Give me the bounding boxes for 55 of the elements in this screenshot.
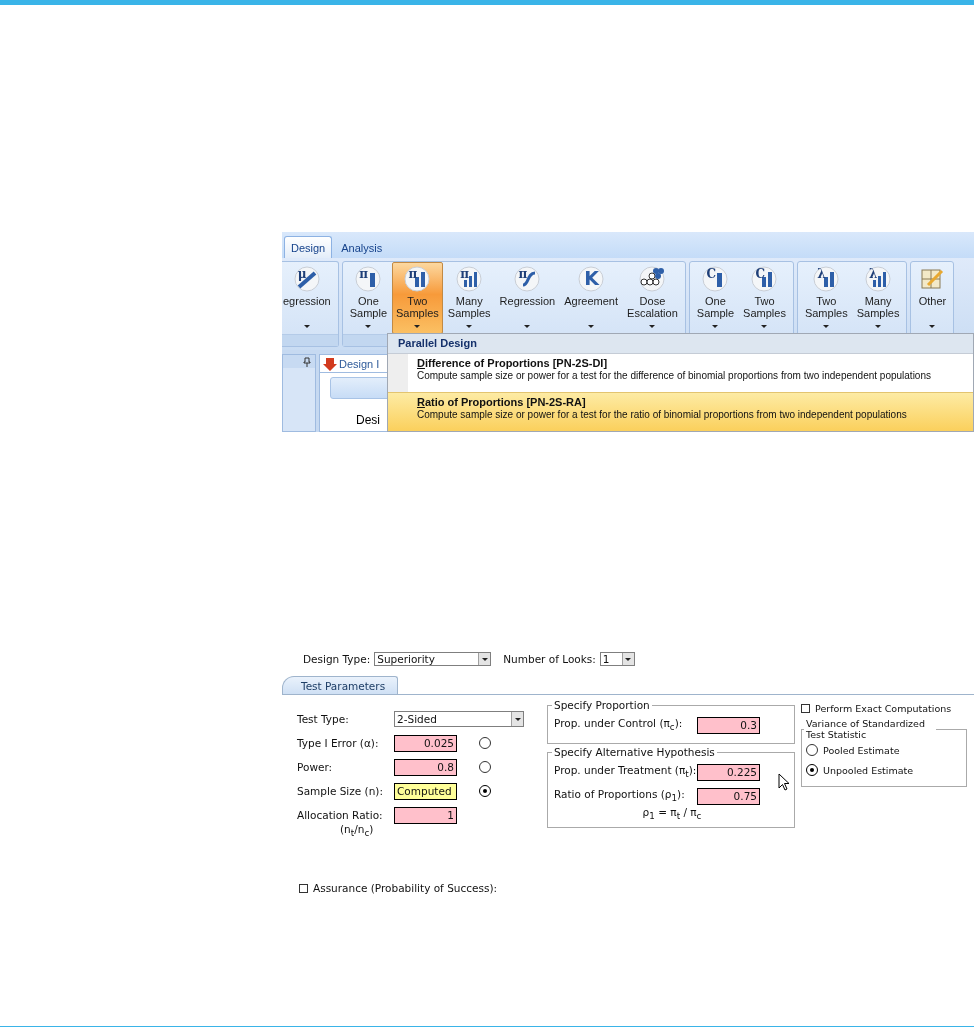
ribbon-button[interactable]: Dose Escalation (623, 262, 682, 334)
chart-icon: C (701, 265, 730, 293)
radio-label: Pooled Estimate (823, 744, 900, 756)
chart-icon: π (455, 265, 484, 293)
ribbon-button[interactable]: λ Many Samples (852, 262, 904, 334)
input-field[interactable]: 0.225 (697, 763, 760, 781)
ratio-note: (n$_{t}$/n$_{c}$) (339, 823, 375, 839)
field-label: Design Type: (303, 653, 371, 665)
dropdown-field[interactable]: 1 (599, 652, 635, 666)
input-field[interactable]: Computed (394, 782, 457, 800)
chart-icon: K (577, 265, 606, 293)
group-title: Variance of Standardized Test Statistic (805, 718, 926, 740)
dropdown-field[interactable]: Superiority (374, 652, 492, 666)
menu-header: Parallel Design (388, 334, 973, 354)
field-label: Test Type: (297, 713, 350, 725)
input-field[interactable]: 0.3 (697, 716, 760, 734)
radio-label: Unpooled Estimate (823, 764, 914, 776)
checkbox-label: Assurance (Probability of Success): (313, 882, 498, 895)
group-title: Specify Proportion (553, 699, 651, 711)
chart-icon: π (403, 265, 432, 293)
chart-icon: π (354, 265, 383, 293)
dropdown-field[interactable]: 2-Sided (394, 711, 524, 727)
field-label: Prop. under Treatment (π$_{t}$): (554, 764, 697, 780)
field-label: Power: (297, 761, 334, 773)
ribbon-button[interactable]: Other (914, 262, 951, 334)
input-field[interactable]: 0.025 (394, 734, 457, 752)
chart-icon: π (513, 265, 542, 293)
field-label: Sample Size (n): (297, 785, 384, 797)
chart-icon: C (750, 265, 779, 293)
ribbon-button[interactable]: μ egression (282, 262, 335, 334)
input-field[interactable]: 0.8 (394, 758, 457, 776)
ribbon-tab[interactable]: Analysis (334, 236, 390, 258)
chart-icon: λ (812, 265, 841, 293)
field-label: Type I Error (α): (297, 737, 380, 749)
ribbon-button[interactable]: π One Sample (345, 262, 391, 334)
field-label: Prop. under Control (π$_{c}$): (554, 717, 683, 733)
ribbon-button[interactable]: λ Two Samples (800, 262, 852, 334)
field-label: Allocation Ratio: (297, 809, 384, 821)
ribbon-tab[interactable]: Design (284, 236, 333, 258)
heading-text: Desi (356, 413, 380, 427)
field-label: Ratio of Proportions (ρ$_{1}$): (554, 788, 685, 804)
formula-text: ρ$_{1}$ = π$_{t}$ / π$_{c}$ (641, 806, 703, 822)
tab[interactable]: Test Parameters (282, 676, 399, 694)
menu-item[interactable]: Ratio of Proportions [PN-2S-RA] Compute sample size or power for a test for the ratio of binomial proportions from two independent populations (388, 391, 973, 431)
ribbon-button[interactable]: C Two Samples (739, 262, 790, 334)
chart-icon: μ (292, 265, 321, 293)
field-label: Number of Looks: (503, 653, 596, 665)
input-field[interactable]: 1 (394, 806, 457, 824)
ribbon-button[interactable]: C One Sample (692, 262, 739, 334)
checkbox-label: Perform Exact Computations (815, 703, 952, 714)
ribbon-button[interactable]: π Two Samples (392, 262, 443, 334)
ribbon-button[interactable]: π Many Samples (443, 262, 495, 334)
input-field[interactable]: 0.75 (697, 787, 760, 805)
chart-icon: λ (864, 265, 893, 293)
group-title: Specify Alternative Hypothesis (553, 746, 716, 758)
